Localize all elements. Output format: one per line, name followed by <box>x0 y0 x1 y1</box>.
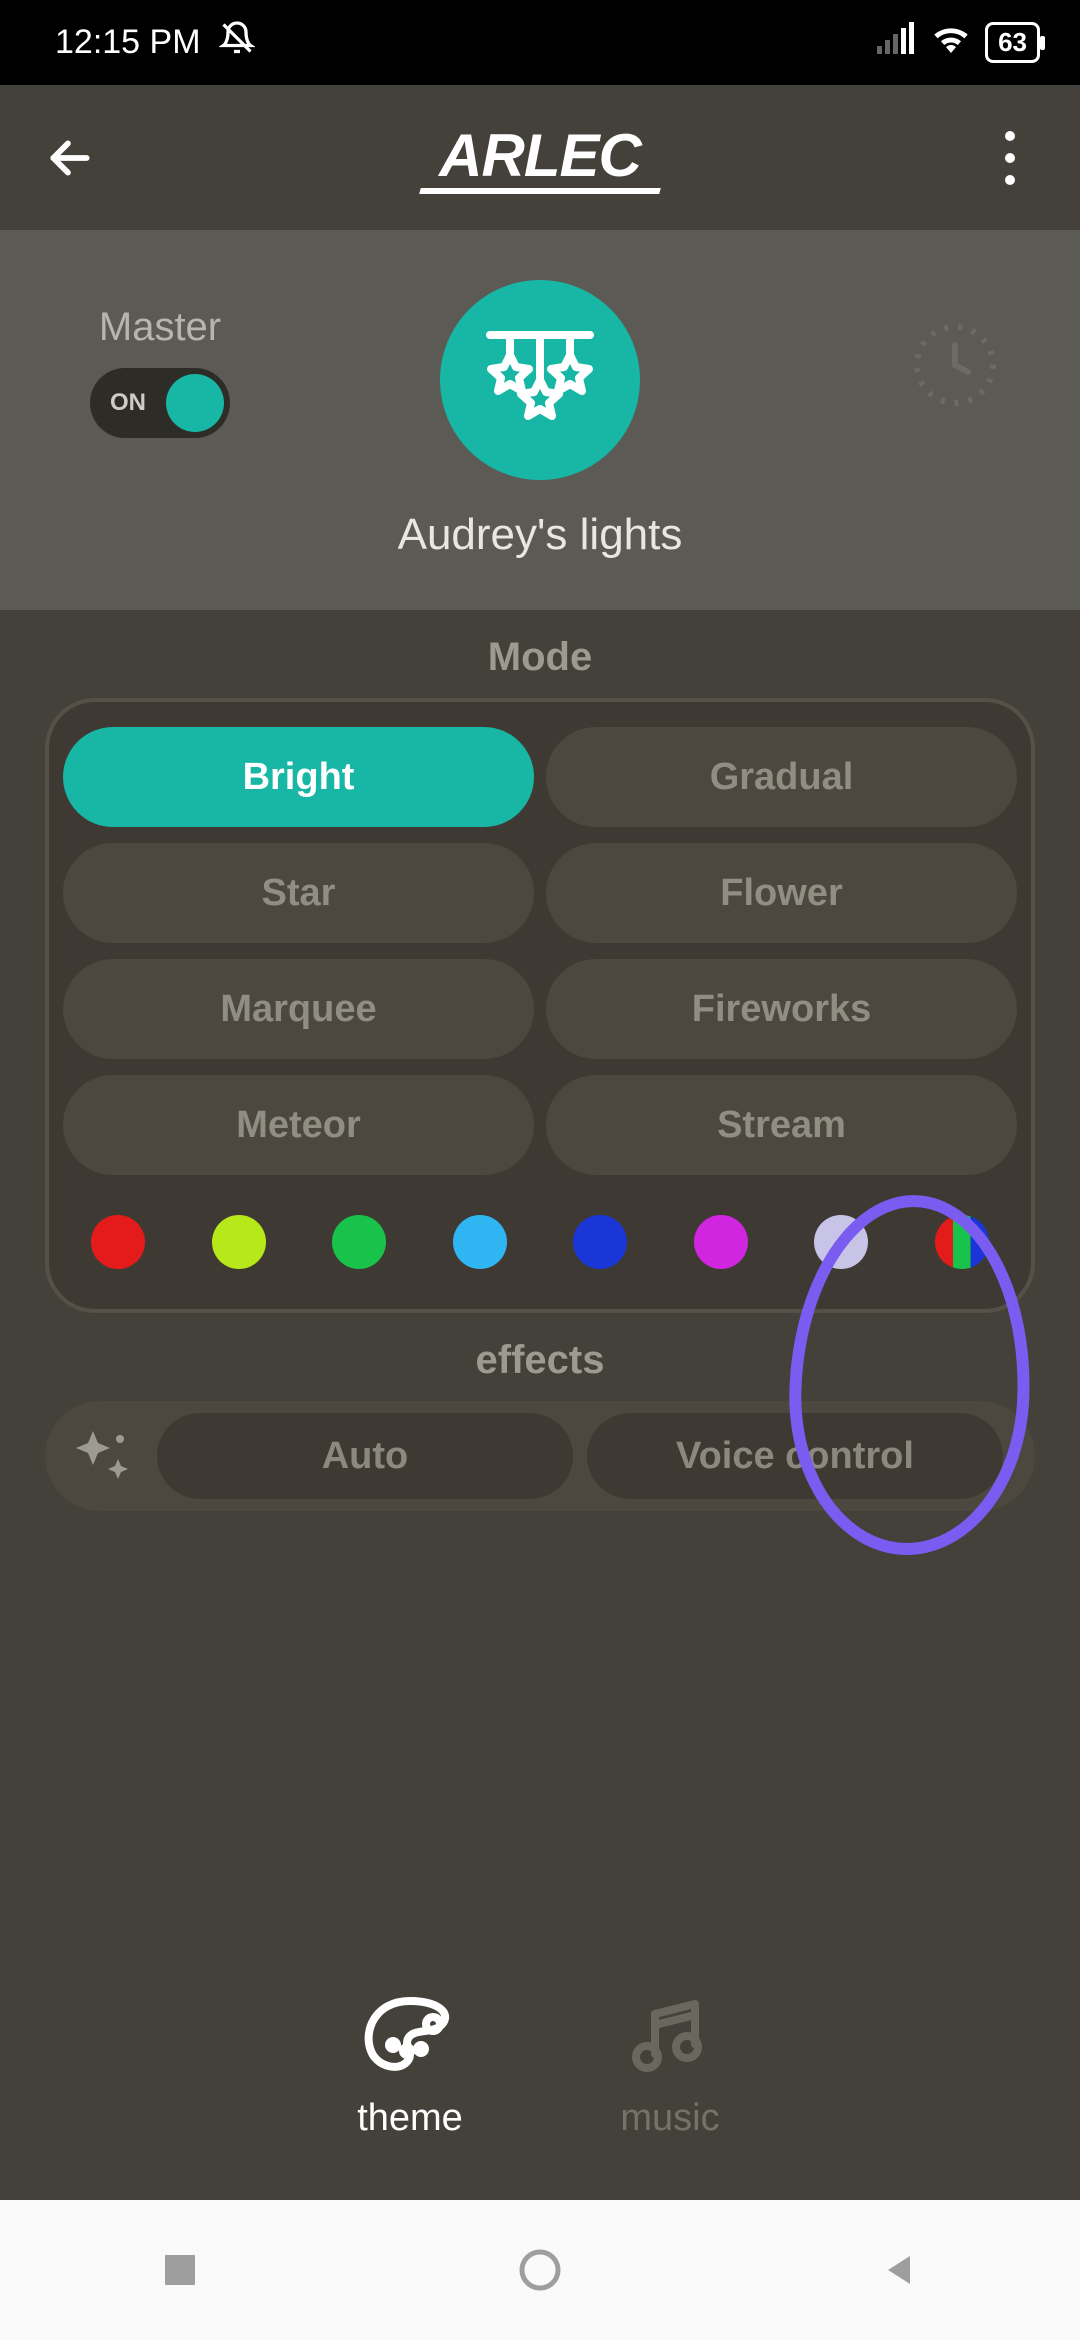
status-time: 12:15 PM <box>55 23 201 62</box>
color-rgb[interactable] <box>935 1215 989 1269</box>
back-button[interactable] <box>40 128 100 188</box>
mode-bright[interactable]: Bright <box>63 727 534 827</box>
app-header: ARLEC <box>0 85 1080 230</box>
status-bar: 12:15 PM 63 <box>0 0 1080 85</box>
effect-auto[interactable]: Auto <box>157 1413 573 1499</box>
color-white[interactable] <box>814 1215 868 1269</box>
nav-back[interactable] <box>865 2235 935 2305</box>
color-green[interactable] <box>332 1215 386 1269</box>
device-panel: Master ON Audrey's lights <box>0 230 1080 610</box>
battery-indicator: 63 <box>985 22 1040 63</box>
mode-marquee[interactable]: Marquee <box>63 959 534 1059</box>
mode-flower[interactable]: Flower <box>546 843 1017 943</box>
mode-title: Mode <box>0 635 1080 680</box>
tab-theme[interactable]: theme <box>355 1989 465 2140</box>
mode-meteor[interactable]: Meteor <box>63 1075 534 1175</box>
wifi-icon <box>931 22 971 63</box>
sparkle-icon <box>63 1416 143 1496</box>
effects-title: effects <box>0 1338 1080 1383</box>
mode-grid: Bright Gradual Star Flower Marquee Firew… <box>63 727 1017 1175</box>
color-blue[interactable] <box>573 1215 627 1269</box>
mode-stream[interactable]: Stream <box>546 1075 1017 1175</box>
tab-music[interactable]: music <box>615 1989 725 2140</box>
timer-icon[interactable] <box>910 320 1000 410</box>
master-label: Master <box>99 305 221 350</box>
mode-star[interactable]: Star <box>63 843 534 943</box>
effects-card: Auto Voice control <box>45 1401 1035 1511</box>
brand-logo: ARLEC <box>100 121 980 194</box>
mode-fireworks[interactable]: Fireworks <box>546 959 1017 1059</box>
toggle-state: ON <box>110 389 146 417</box>
color-lime[interactable] <box>212 1215 266 1269</box>
master-toggle[interactable]: ON <box>90 368 230 438</box>
mode-card: Bright Gradual Star Flower Marquee Firew… <box>45 698 1035 1313</box>
bottom-tabs: theme music <box>0 1989 1080 2180</box>
music-icon <box>615 1989 725 2079</box>
nav-recent[interactable] <box>145 2235 215 2305</box>
signal-icon <box>877 22 917 63</box>
color-red[interactable] <box>91 1215 145 1269</box>
effect-voice[interactable]: Voice control <box>587 1413 1003 1499</box>
palette-icon <box>355 1989 465 2079</box>
nav-home[interactable] <box>505 2235 575 2305</box>
color-cyan[interactable] <box>453 1215 507 1269</box>
device-icon <box>440 280 640 480</box>
mode-gradual[interactable]: Gradual <box>546 727 1017 827</box>
color-magenta[interactable] <box>694 1215 748 1269</box>
menu-button[interactable] <box>980 131 1040 185</box>
device-name: Audrey's lights <box>398 510 683 560</box>
color-row <box>63 1195 1017 1269</box>
system-nav-bar <box>0 2200 1080 2340</box>
alarm-mute-icon <box>219 20 255 65</box>
